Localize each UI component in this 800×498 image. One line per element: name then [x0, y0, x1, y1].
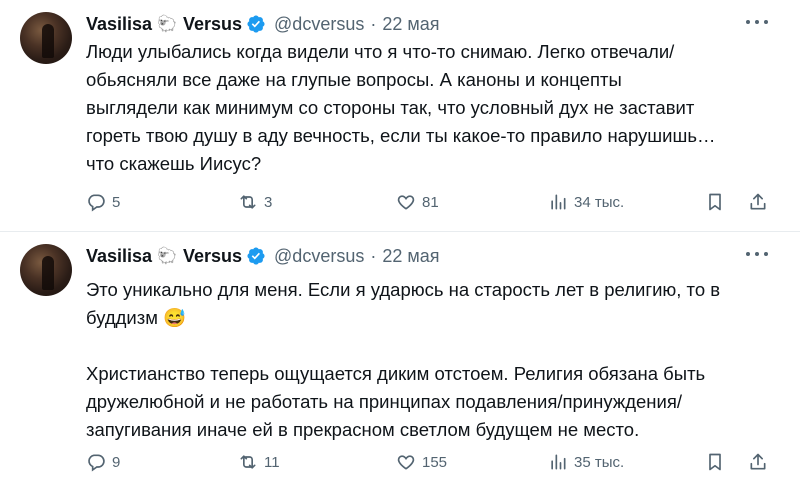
like-icon: [397, 455, 415, 470]
text-line: Это уникально для меня. Если я ударюсь н…: [86, 279, 721, 300]
reply-button[interactable]: 9: [86, 449, 120, 475]
share-icon: [750, 193, 766, 210]
repost-icon: [240, 455, 256, 469]
text-line: выглядели как минимум со стороны так, чт…: [86, 97, 695, 118]
author-handle[interactable]: @dcversus: [274, 246, 364, 267]
like-icon: [397, 195, 415, 210]
reply-icon: [88, 454, 105, 472]
separator-dot: ·: [370, 245, 377, 266]
tweet-text: Люди улыбались когда видели что я что-то…: [86, 38, 776, 178]
like-count: 155: [422, 453, 448, 471]
action-bar: 9 11 155 35 тыс.: [86, 449, 776, 475]
repost-button[interactable]: 11: [238, 449, 280, 475]
text-line: дружелюбной и не работать на принципах п…: [86, 391, 682, 412]
reply-count: 9: [112, 453, 121, 471]
repost-count: 11: [264, 453, 280, 471]
separator-dot: ·: [370, 13, 377, 34]
like-button[interactable]: 155: [396, 449, 447, 475]
sheep-emoji: 🐑: [157, 248, 177, 265]
avatar[interactable]: [20, 244, 72, 296]
text-line: буддизм 😅: [86, 307, 187, 328]
author-name[interactable]: Vasilisa: [86, 14, 152, 35]
tweet-text: Это уникально для меня. Если я ударюсь н…: [86, 276, 776, 444]
avatar[interactable]: [20, 12, 72, 64]
author-handle[interactable]: @dcversus: [274, 14, 364, 35]
bookmark-button[interactable]: [705, 189, 725, 215]
bookmark-button[interactable]: [705, 449, 725, 475]
author-name-2[interactable]: Versus: [183, 14, 242, 35]
share-button[interactable]: [748, 189, 768, 215]
views-button[interactable]: 35 тыс.: [548, 449, 624, 475]
text-line: обьясняли все даже на глупые вопросы. А …: [86, 69, 622, 90]
reply-button[interactable]: 5: [86, 189, 120, 215]
verified-badge-icon: [247, 15, 265, 33]
more-icon[interactable]: [746, 18, 768, 26]
author-name[interactable]: Vasilisa: [86, 246, 152, 267]
author-name-2[interactable]: Versus: [183, 246, 242, 267]
bookmark-icon: [709, 453, 721, 471]
views-icon: [551, 194, 566, 210]
views-count: 34 тыс.: [574, 193, 625, 211]
like-button[interactable]: 81: [396, 189, 439, 215]
tweet-1[interactable]: Vasilisa 🐑 Versus @dcversus · 22 мая Люд…: [0, 0, 800, 232]
views-icon: [551, 454, 566, 470]
tweet-date[interactable]: 22 мая: [382, 246, 439, 267]
views-count: 35 тыс.: [574, 453, 625, 471]
text-line: что скажешь Иисус?: [86, 153, 262, 174]
share-button[interactable]: [748, 449, 768, 475]
text-line: Христианство теперь ощущается диким отст…: [86, 363, 706, 384]
sheep-emoji: 🐑: [157, 16, 177, 33]
verified-badge-icon: [247, 247, 265, 265]
repost-button[interactable]: 3: [238, 189, 272, 215]
action-bar: 5 3 81 34 тыс.: [86, 189, 776, 215]
repost-icon: [240, 195, 256, 209]
repost-count: 3: [264, 193, 273, 211]
tweet-header: Vasilisa 🐑 Versus @dcversus · 22 мая: [86, 11, 440, 37]
text-line: запугивания иначе ей в прекрасном светло…: [86, 419, 640, 440]
tweet-header: Vasilisa 🐑 Versus @dcversus · 22 мая: [86, 243, 440, 269]
text-line: гореть твою душу в аду вечность, если ты…: [86, 125, 716, 146]
share-icon: [750, 453, 766, 470]
reply-icon: [88, 194, 105, 212]
reply-count: 5: [112, 193, 121, 211]
like-count: 81: [422, 193, 439, 211]
tweet-date[interactable]: 22 мая: [382, 14, 439, 35]
more-icon[interactable]: [746, 250, 768, 258]
text-line: Люди улыбались когда видели что я что-то…: [86, 41, 675, 62]
tweet-2[interactable]: Vasilisa 🐑 Versus @dcversus · 22 мая Это…: [0, 232, 800, 498]
views-button[interactable]: 34 тыс.: [548, 189, 624, 215]
bookmark-icon: [709, 193, 721, 211]
